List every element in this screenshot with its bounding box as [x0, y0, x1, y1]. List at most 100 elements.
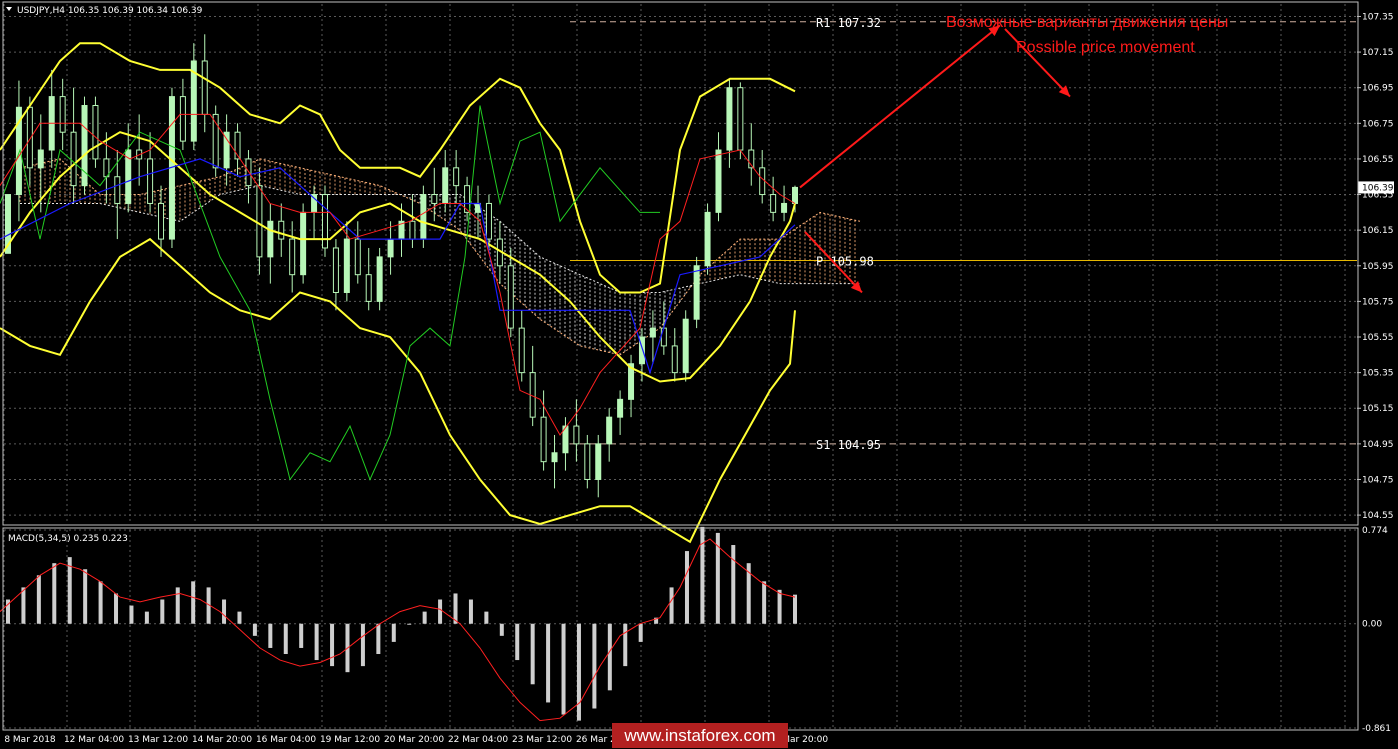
- candle-body: [37, 149, 44, 169]
- candle-body: [770, 194, 777, 213]
- candle-body: [737, 87, 744, 151]
- macd-bar: [576, 623, 581, 721]
- macd-bar: [237, 611, 242, 624]
- candle-body: [682, 318, 689, 374]
- macd-bar: [129, 605, 134, 624]
- macd-bar: [515, 623, 520, 661]
- x-tick-label: 23 Mar 12:00: [512, 735, 572, 745]
- candle-body: [223, 131, 230, 169]
- candle-body: [704, 211, 711, 267]
- macd-bar: [422, 611, 427, 624]
- macd-bar: [438, 599, 443, 624]
- candle-body: [551, 452, 558, 463]
- macd-y-tick-label: 0.774: [1362, 526, 1388, 536]
- candle: [92, 96, 99, 168]
- watermark-text: www.instaforex.com: [623, 726, 775, 745]
- macd-bar: [360, 623, 365, 667]
- candle-body: [507, 265, 514, 329]
- macd-bar: [67, 557, 72, 624]
- macd-y-tick-label: 0.00: [1362, 620, 1382, 630]
- y-tick-label: 105.35: [1362, 369, 1394, 379]
- candle-body: [158, 202, 165, 240]
- macd-bar: [684, 551, 689, 624]
- candle-body: [267, 220, 274, 258]
- macd-bar: [52, 563, 57, 624]
- macd-bar: [376, 623, 381, 655]
- candle-body: [300, 211, 307, 276]
- macd-bar: [114, 593, 119, 624]
- candle-body: [442, 167, 449, 204]
- candle-body: [420, 194, 427, 240]
- y-tick-label: 104.75: [1362, 475, 1394, 485]
- candle-body: [376, 256, 383, 302]
- candle-body: [792, 186, 798, 204]
- candle: [376, 247, 383, 311]
- candle-body: [606, 416, 613, 445]
- macd-bar: [731, 545, 736, 624]
- y-tick-label: 104.55: [1362, 511, 1394, 521]
- macd-bar: [484, 611, 489, 624]
- macd-bar: [252, 623, 257, 636]
- candle-body: [671, 345, 678, 374]
- macd-bar: [160, 599, 165, 624]
- price-chart[interactable]: R1 107.32 P 105.98 S1 104.95 107.35 107.15 1…: [0, 0, 1398, 749]
- current-price-label: 106.39: [1362, 183, 1394, 193]
- macd-bar: [83, 569, 88, 624]
- macd-bar: [499, 623, 504, 636]
- x-tick-label: 20 Mar 20:00: [384, 735, 444, 745]
- candle-body: [179, 96, 186, 142]
- macd-bar: [546, 623, 551, 703]
- macd-bar: [561, 623, 566, 715]
- candle-body: [660, 327, 667, 347]
- level-s1-label: S1 104.95: [816, 438, 881, 452]
- macd-bar: [468, 599, 473, 624]
- macd-bar: [777, 589, 782, 624]
- chart-background: [0, 0, 1398, 749]
- macd-bar: [391, 623, 396, 642]
- macd-bar: [21, 587, 26, 624]
- candle-body: [332, 247, 339, 293]
- candle-body: [693, 265, 700, 320]
- candle-body: [726, 87, 733, 151]
- symbol-info: USDJPY,H4 106.35 106.39 106.34 106.39: [17, 6, 203, 16]
- macd-info: MACD(5,34,5) 0.235 0.223: [8, 534, 128, 544]
- y-tick-label: 106.75: [1362, 119, 1394, 129]
- candle-body: [409, 220, 416, 240]
- candle: [321, 185, 328, 257]
- candle-body: [759, 167, 766, 196]
- candle-body: [70, 131, 77, 187]
- candle-body: [343, 238, 350, 293]
- macd-bar: [222, 599, 227, 624]
- candle-body: [595, 443, 602, 480]
- macd-bar: [144, 611, 149, 624]
- macd-bar: [314, 623, 319, 661]
- macd-bar: [299, 623, 304, 648]
- macd-bar: [607, 623, 612, 691]
- candle-body: [540, 416, 547, 463]
- candle: [682, 310, 689, 382]
- macd-bar: [268, 623, 273, 648]
- level-r1-label: R1 107.32: [816, 16, 881, 30]
- candle-body: [518, 327, 525, 374]
- macd-bar: [700, 526, 705, 624]
- y-tick-label: 105.55: [1362, 333, 1394, 343]
- macd-bar: [283, 623, 288, 655]
- macd-bar: [36, 575, 41, 624]
- annotation-ru: Возможные варианты движения цены: [946, 14, 1228, 31]
- macd-bar: [638, 623, 643, 642]
- candle-body: [26, 106, 33, 169]
- candle: [81, 96, 88, 195]
- macd-bar: [623, 623, 628, 667]
- macd-y-tick-label: -0.861: [1362, 724, 1391, 734]
- candle: [737, 82, 744, 159]
- macd-bar: [530, 623, 535, 685]
- macd-bar: [762, 581, 767, 624]
- macd-bar: [191, 581, 196, 624]
- candle-body: [354, 238, 361, 276]
- y-tick-label: 105.95: [1362, 262, 1394, 272]
- candle-body: [573, 425, 580, 445]
- x-tick-label: 22 Mar 04:00: [448, 735, 508, 745]
- annotation-en: Possible price movement: [1016, 39, 1195, 56]
- y-tick-label: 107.15: [1362, 48, 1394, 58]
- y-tick-label: 106.95: [1362, 84, 1394, 94]
